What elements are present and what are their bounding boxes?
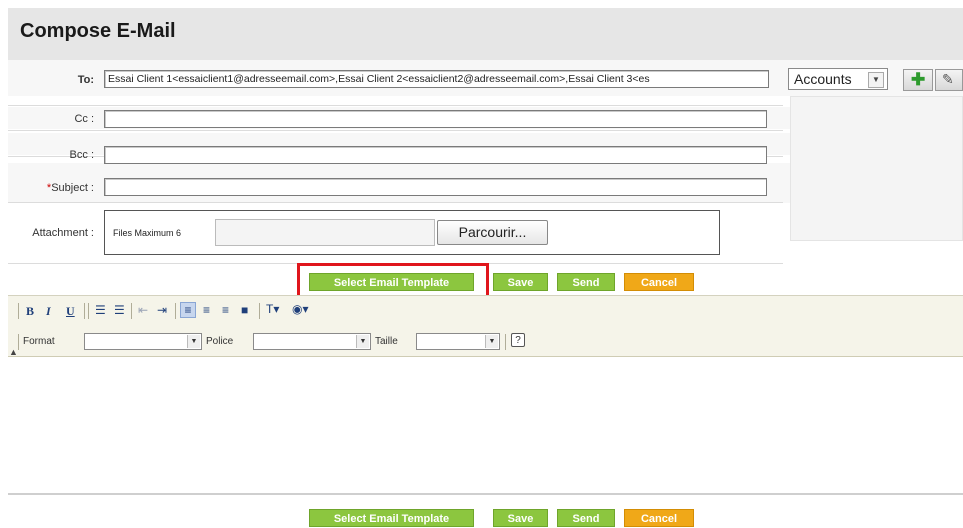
bold-button[interactable]: B xyxy=(26,304,34,319)
to-label: To: xyxy=(77,74,94,86)
size-select[interactable]: ▼ xyxy=(416,333,500,350)
subject-field[interactable] xyxy=(104,178,767,196)
add-contact-icon: ✚ xyxy=(911,70,926,89)
add-contact-button[interactable]: ✚ xyxy=(903,69,933,91)
message-body-editor[interactable] xyxy=(8,358,963,490)
text-color-icon[interactable]: T▾ xyxy=(266,302,279,316)
send-button[interactable]: Send xyxy=(557,273,615,291)
save-button-bottom[interactable]: Save xyxy=(493,509,548,527)
cancel-button-bottom[interactable]: Cancel xyxy=(624,509,694,527)
bcc-field[interactable] xyxy=(104,146,767,164)
underline-button[interactable]: U xyxy=(66,304,75,319)
toolbar-separator xyxy=(259,303,260,319)
justify-icon[interactable]: ■ xyxy=(241,303,248,317)
editor-bottom-border xyxy=(8,493,963,495)
save-button[interactable]: Save xyxy=(493,273,548,291)
toolbar-separator xyxy=(84,303,85,319)
edit-contact-button[interactable]: ✎ xyxy=(935,69,963,91)
cancel-button[interactable]: Cancel xyxy=(624,273,694,291)
chevron-down-icon: ▼ xyxy=(356,335,369,348)
contacts-side-panel xyxy=(790,96,963,241)
align-right-icon[interactable]: ≡ xyxy=(222,303,229,317)
attachment-label: Attachment : xyxy=(32,227,94,239)
chevron-down-icon: ▼ xyxy=(868,72,884,88)
to-field[interactable]: Essai Client 1<essaiclient1@adresseemail… xyxy=(104,70,769,88)
browse-button[interactable]: Parcourir... xyxy=(437,220,548,245)
ordered-list-icon[interactable]: ☰ xyxy=(95,303,106,317)
outdent-icon[interactable]: ⇤ xyxy=(138,303,148,317)
toolbar-separator xyxy=(88,303,89,319)
font-select[interactable]: ▼ xyxy=(253,333,371,350)
row-divider xyxy=(8,130,783,131)
size-label: Taille xyxy=(375,336,398,347)
align-center-icon[interactable]: ≡ xyxy=(203,303,210,317)
edit-contact-icon: ✎ xyxy=(942,71,954,87)
send-button-bottom[interactable]: Send xyxy=(557,509,615,527)
indent-icon[interactable]: ⇥ xyxy=(157,303,167,317)
toolbar-collapse-icon[interactable]: ▲ xyxy=(9,347,18,357)
toolbar-separator xyxy=(131,303,132,319)
toolbar-separator xyxy=(18,334,19,350)
align-left-icon[interactable]: ≡ xyxy=(180,302,196,318)
help-icon[interactable]: ? xyxy=(511,333,525,347)
subject-label: *Subject : xyxy=(46,182,94,194)
cc-label: Cc : xyxy=(74,113,94,125)
format-select[interactable]: ▼ xyxy=(84,333,202,350)
toolbar-divider xyxy=(8,356,963,357)
select-email-template-button-bottom[interactable]: Select Email Template xyxy=(309,509,474,527)
font-label: Police xyxy=(206,336,234,347)
row-divider xyxy=(8,105,783,106)
chevron-down-icon: ▼ xyxy=(485,335,498,348)
format-label: Format xyxy=(23,336,55,347)
toolbar-separator xyxy=(175,303,176,319)
accounts-select[interactable]: Accounts ▼ xyxy=(788,68,888,90)
page-title: Compose E-Mail xyxy=(20,20,176,42)
cc-field[interactable] xyxy=(104,110,767,128)
unordered-list-icon[interactable]: ☰ xyxy=(114,303,125,317)
file-path-input[interactable] xyxy=(215,219,435,246)
chevron-down-icon: ▼ xyxy=(187,335,200,348)
row-divider xyxy=(8,202,783,203)
bcc-label: Bcc : xyxy=(69,149,94,161)
toolbar-separator xyxy=(505,334,506,350)
toolbar-separator xyxy=(18,303,19,319)
background-color-icon[interactable]: ◉▾ xyxy=(292,302,309,316)
files-max-text: Files Maximum 6 xyxy=(113,228,182,238)
accounts-selected-label: Accounts xyxy=(794,71,852,87)
italic-button[interactable]: I xyxy=(46,304,51,319)
